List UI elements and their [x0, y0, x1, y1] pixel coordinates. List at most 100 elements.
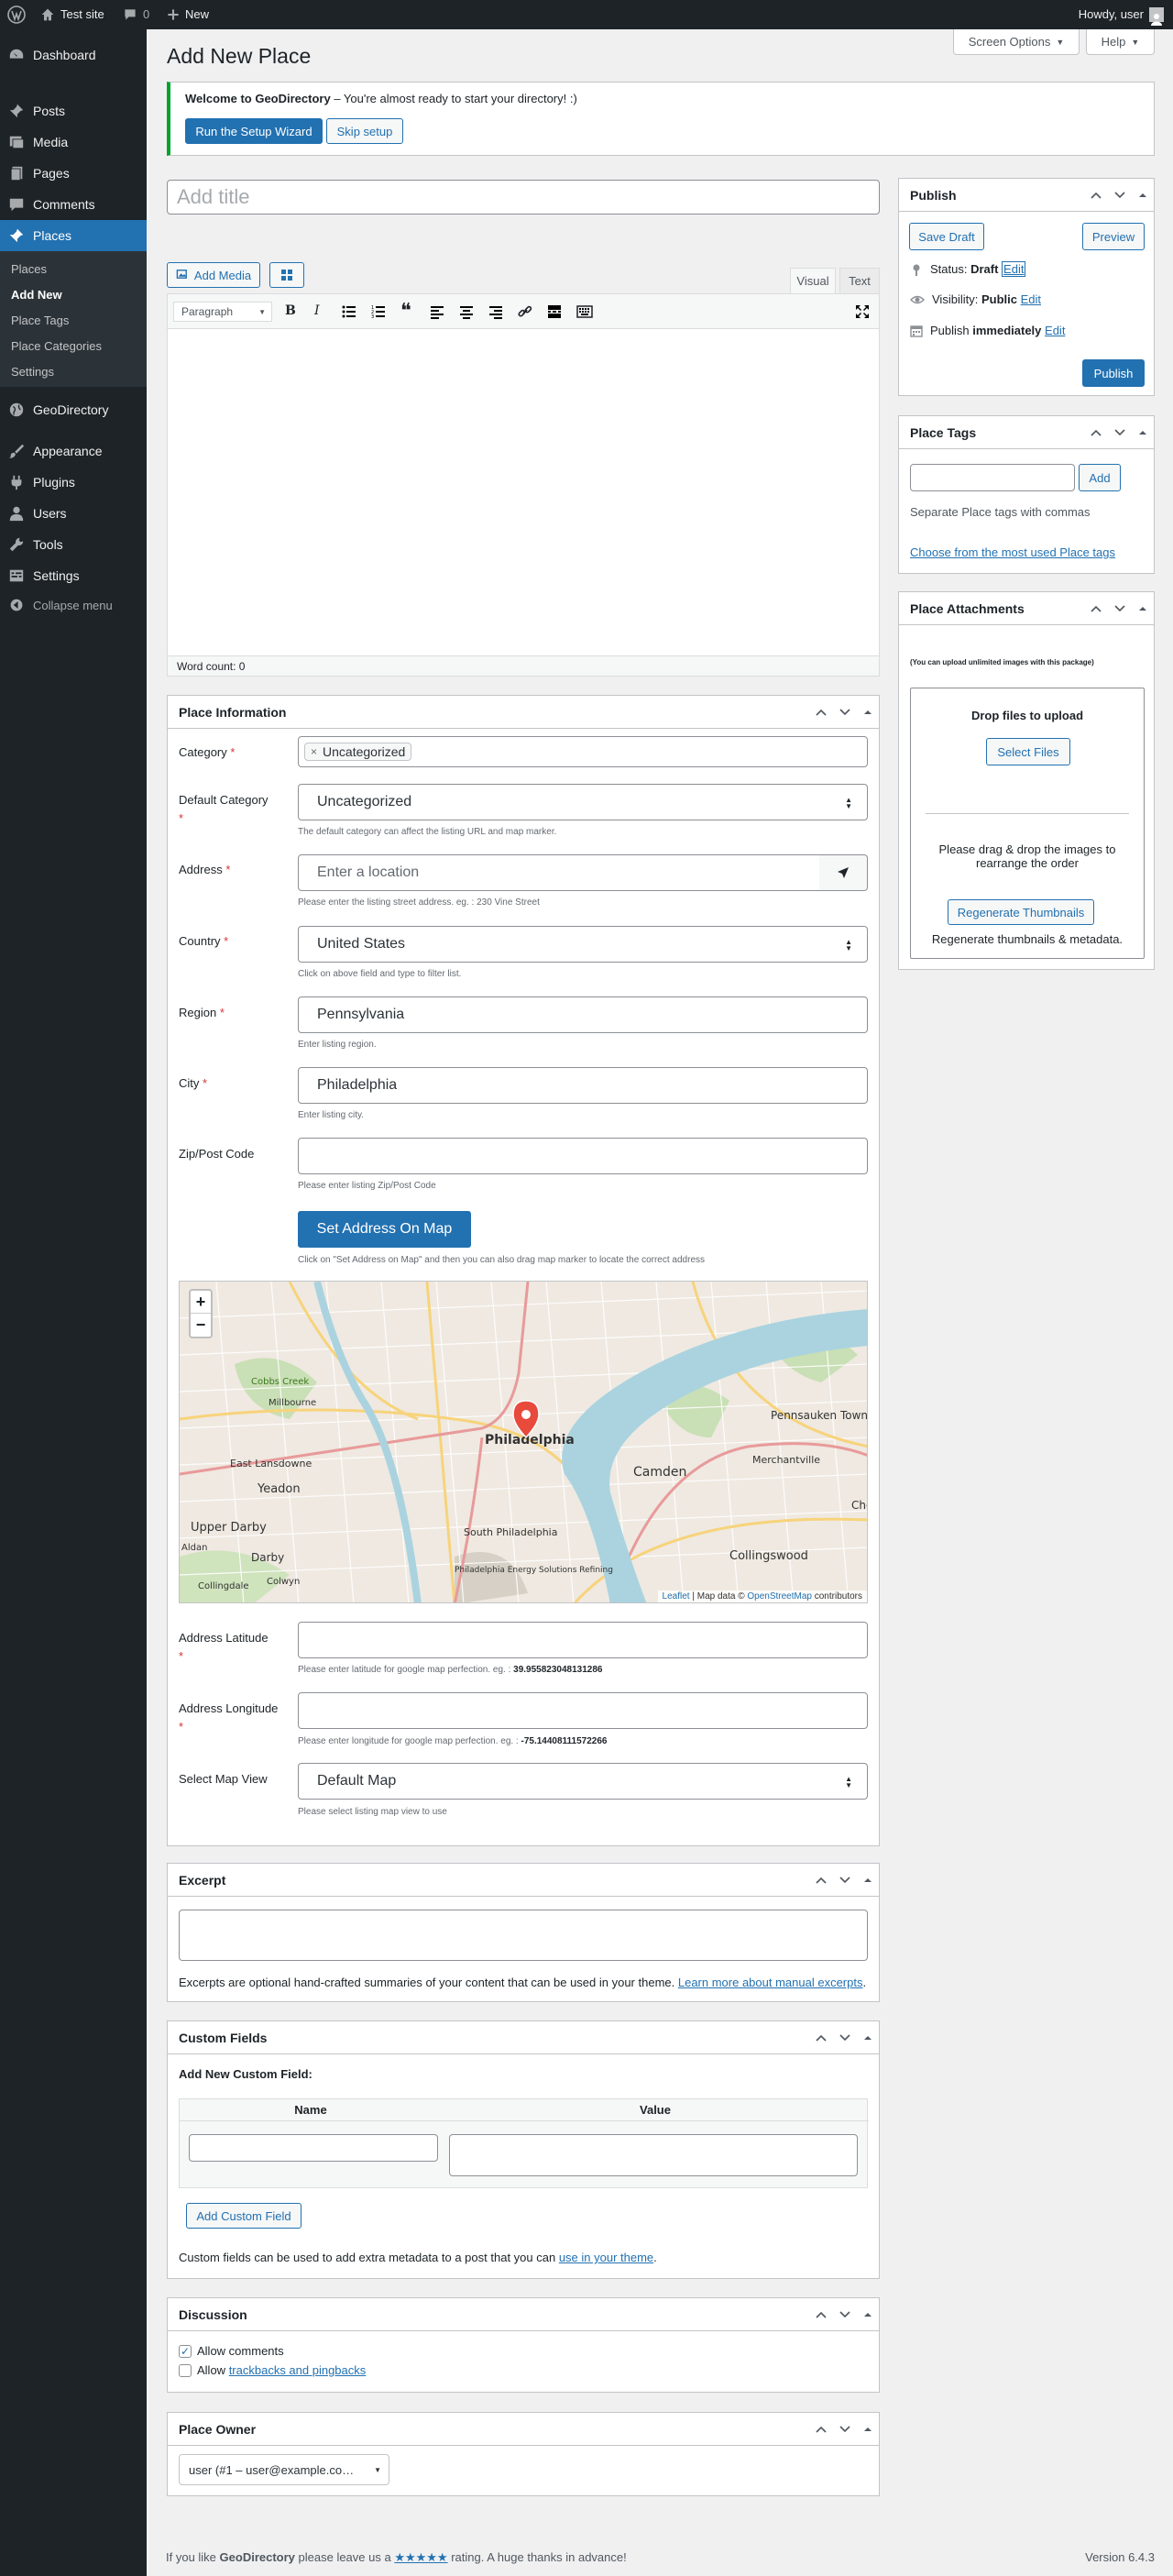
map-view-select[interactable]: Default Map ▲ ▼ — [298, 1763, 868, 1800]
sidebar-item-places[interactable]: Places — [0, 220, 147, 251]
align-right-icon[interactable] — [488, 304, 503, 319]
leaflet-link[interactable]: Leaflet — [663, 1591, 690, 1602]
excerpt-learn-more-link[interactable]: Learn more about manual excerpts — [678, 1976, 863, 1989]
submenu-item-place-tags[interactable]: Place Tags — [11, 314, 69, 327]
move-up-icon[interactable] — [1090, 602, 1102, 615]
move-up-icon[interactable] — [1090, 189, 1102, 202]
block-grid-button[interactable] — [269, 262, 304, 288]
bold-icon[interactable]: B — [285, 303, 296, 318]
submenu-item-add-new[interactable]: Add New — [11, 288, 62, 302]
trackbacks-link[interactable]: trackbacks and pingbacks — [229, 2363, 367, 2377]
choose-most-used-tags-link[interactable]: Choose from the most used Place tags — [910, 545, 1115, 559]
comments-link[interactable]: 0 — [123, 0, 149, 29]
link-icon[interactable] — [518, 304, 532, 319]
move-down-icon[interactable] — [1113, 189, 1126, 202]
submenu-item-places[interactable]: Places — [11, 262, 47, 276]
tag-input[interactable] — [910, 464, 1075, 491]
move-down-icon[interactable] — [1113, 602, 1126, 615]
publish-button[interactable]: Publish — [1082, 359, 1145, 387]
sidebar-item-settings[interactable]: Settings — [0, 560, 147, 591]
category-tag[interactable]: × Uncategorized — [304, 743, 412, 761]
toggle-panel-icon[interactable] — [1137, 427, 1148, 438]
move-down-icon[interactable] — [839, 2031, 851, 2044]
numbered-list-icon[interactable]: 123 — [371, 304, 386, 319]
add-custom-field-button[interactable]: Add Custom Field — [186, 2203, 301, 2229]
custom-field-value-textarea[interactable] — [449, 2134, 858, 2176]
allow-trackbacks-checkbox[interactable] — [179, 2363, 192, 2377]
submenu-item-settings[interactable]: Settings — [11, 365, 54, 379]
move-up-icon[interactable] — [815, 2031, 828, 2044]
location-map[interactable]: Philadelphia Camden Pennsauken Township … — [179, 1281, 868, 1603]
bulleted-list-icon[interactable] — [342, 304, 356, 319]
address-input[interactable]: Enter a location — [298, 854, 820, 891]
run-setup-wizard-button[interactable]: Run the Setup Wizard — [185, 118, 323, 144]
sidebar-item-pages[interactable]: Pages — [0, 158, 147, 189]
align-left-icon[interactable] — [430, 304, 444, 319]
move-up-icon[interactable] — [815, 2423, 828, 2436]
collapse-menu-button[interactable]: Collapse menu — [0, 589, 147, 621]
select-files-button[interactable]: Select Files — [986, 738, 1070, 765]
locate-me-button[interactable] — [819, 854, 868, 891]
toggle-panel-icon[interactable] — [862, 2032, 873, 2043]
help-button[interactable]: Help ▼ — [1086, 29, 1155, 55]
sidebar-item-tools[interactable]: Tools — [0, 529, 147, 560]
zip-input[interactable] — [298, 1138, 868, 1174]
edit-publish-time-link[interactable]: Edit — [1045, 324, 1065, 337]
move-down-icon[interactable] — [839, 706, 851, 719]
sidebar-item-plugins[interactable]: Plugins — [0, 467, 147, 498]
edit-visibility-link[interactable]: Edit — [1021, 292, 1041, 306]
tab-visual[interactable]: Visual — [790, 268, 836, 293]
move-up-icon[interactable] — [815, 2308, 828, 2321]
openstreetmap-link[interactable]: OpenStreetMap — [747, 1591, 812, 1602]
zoom-in-button[interactable]: + — [191, 1291, 211, 1314]
italic-icon[interactable]: I — [314, 303, 320, 318]
sidebar-item-comments[interactable]: Comments — [0, 189, 147, 220]
city-input[interactable]: Philadelphia — [298, 1067, 868, 1104]
move-down-icon[interactable] — [839, 2423, 851, 2436]
remove-tag-icon[interactable]: × — [311, 745, 317, 758]
post-title-input[interactable]: Add title — [167, 180, 880, 215]
excerpt-textarea[interactable] — [179, 1910, 868, 1961]
toggle-panel-icon[interactable] — [1137, 190, 1148, 201]
new-content-link[interactable]: New — [167, 0, 209, 29]
allow-comments-checkbox[interactable]: ✓ — [179, 2344, 192, 2358]
toggle-panel-icon[interactable] — [862, 2424, 873, 2435]
screen-options-button[interactable]: Screen Options ▼ — [953, 29, 1080, 55]
sidebar-item-users[interactable]: Users — [0, 498, 147, 529]
category-select[interactable]: × Uncategorized — [298, 736, 868, 767]
align-center-icon[interactable] — [459, 304, 474, 319]
set-address-on-map-button[interactable]: Set Address On Map — [298, 1211, 471, 1248]
user-account-menu[interactable]: Howdy, user — [1079, 0, 1164, 29]
move-up-icon[interactable] — [815, 706, 828, 719]
region-input[interactable]: Pennsylvania — [298, 996, 868, 1033]
read-more-icon[interactable] — [547, 304, 562, 319]
fullscreen-icon[interactable] — [855, 304, 870, 319]
move-up-icon[interactable] — [815, 1874, 828, 1887]
blockquote-icon[interactable]: ❝ — [400, 300, 411, 323]
sidebar-item-geodirectory[interactable]: GeoDirectory — [0, 394, 147, 425]
add-media-button[interactable]: Add Media — [167, 262, 260, 288]
country-select[interactable]: United States ▲ ▼ — [298, 926, 868, 963]
sidebar-item-appearance[interactable]: Appearance — [0, 435, 147, 467]
keyboard-toolbar-toggle-icon[interactable] — [576, 304, 593, 319]
toggle-panel-icon[interactable] — [862, 707, 873, 718]
paragraph-format-select[interactable]: Paragraph ▼ — [173, 302, 272, 322]
rating-stars-link[interactable]: ★★★★★ — [394, 2550, 447, 2564]
wordpress-logo-icon[interactable] — [7, 0, 26, 29]
sidebar-item-posts[interactable]: Posts — [0, 95, 147, 127]
sidebar-item-dashboard[interactable]: Dashboard — [0, 39, 147, 71]
site-name-link[interactable]: Test site — [40, 0, 104, 29]
edit-status-link[interactable]: Edit — [1002, 261, 1026, 277]
move-up-icon[interactable] — [1090, 426, 1102, 439]
sidebar-item-media[interactable]: Media — [0, 127, 147, 158]
add-tag-button[interactable]: Add — [1079, 464, 1121, 491]
save-draft-button[interactable]: Save Draft — [909, 223, 984, 250]
tab-text[interactable]: Text — [839, 268, 880, 293]
attachments-dropzone[interactable]: Drop files to upload Select Files Please… — [910, 688, 1145, 959]
toggle-panel-icon[interactable] — [1137, 603, 1148, 614]
move-down-icon[interactable] — [839, 1874, 851, 1887]
custom-field-name-input[interactable] — [189, 2134, 438, 2162]
longitude-input[interactable] — [298, 1692, 868, 1729]
submenu-item-place-categories[interactable]: Place Categories — [11, 339, 102, 353]
toggle-panel-icon[interactable] — [862, 1875, 873, 1886]
